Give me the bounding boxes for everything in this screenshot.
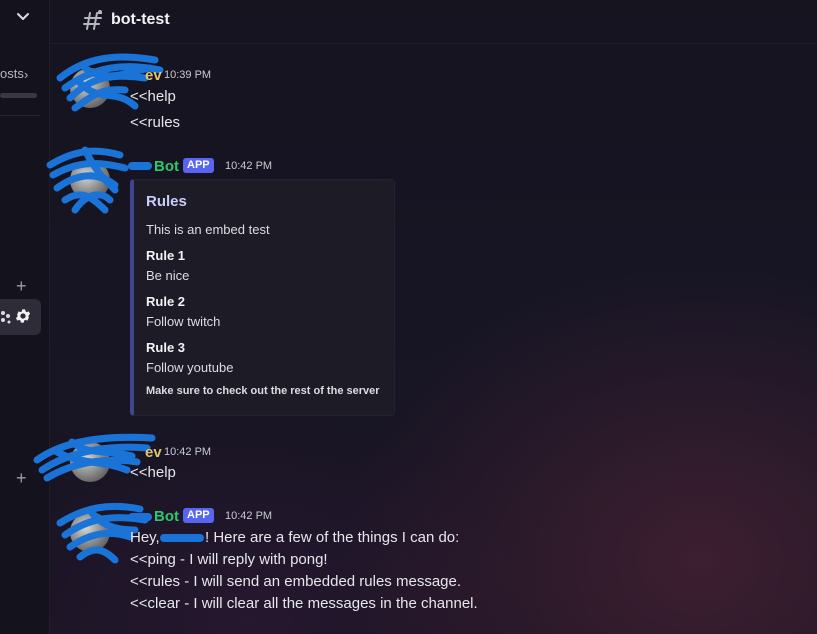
- channel-name: bot-test: [111, 11, 170, 28]
- embed-field-name: Rule 2: [146, 294, 186, 309]
- members-icon[interactable]: [0, 310, 12, 324]
- timestamp: 10:42 PM: [225, 510, 273, 522]
- message-text: <<clear - I will clear all the messages …: [130, 595, 478, 612]
- timestamp: 10:39 PM: [164, 69, 212, 81]
- sidebar-progress-bar: [0, 93, 37, 98]
- chevron-right-icon: ›: [24, 67, 29, 82]
- redaction-scribble: [46, 146, 129, 214]
- rules-embed: Rules This is an embed test Rule 1 Be ni…: [130, 179, 395, 416]
- embed-footer: Make sure to check out the rest of the s…: [146, 385, 380, 397]
- redacted-name: [128, 513, 152, 521]
- app-badge: APP: [183, 508, 214, 523]
- add-channel-icon[interactable]: +: [16, 277, 27, 295]
- chevron-down-icon[interactable]: [15, 9, 31, 25]
- message-text: ! Here are a few of the things I can do:: [205, 529, 460, 546]
- message-text: <<help: [130, 464, 176, 481]
- embed-field-name: Rule 3: [146, 340, 186, 355]
- sidebar-item-active[interactable]: [0, 299, 41, 335]
- embed-field-value: Follow youtube: [146, 360, 234, 375]
- message-text: <<rules - I will send an embedded rules …: [130, 573, 462, 590]
- redacted-name: [128, 162, 152, 170]
- embed-description: This is an embed test: [146, 222, 270, 237]
- message-text: <<rules: [130, 114, 181, 131]
- text-channel-icon: [83, 10, 102, 30]
- timestamp: 10:42 PM: [225, 160, 273, 172]
- redacted-mention: [160, 534, 204, 542]
- embed-field-name: Rule 1: [146, 248, 186, 263]
- timestamp: 10:42 PM: [164, 446, 212, 458]
- author-name[interactable]: ev: [145, 444, 162, 461]
- embed-title: Rules: [146, 193, 187, 210]
- message-text: <<help: [130, 88, 176, 105]
- add-channel-icon[interactable]: +: [16, 469, 27, 487]
- sidebar-item-label[interactable]: osts: [0, 66, 24, 81]
- embed-field-value: Be nice: [146, 268, 190, 283]
- author-name[interactable]: Bot: [154, 508, 179, 525]
- author-name[interactable]: Bot: [154, 158, 179, 175]
- app-badge: APP: [183, 158, 214, 173]
- sidebar-divider: [0, 115, 40, 116]
- message-text: Hey,: [130, 529, 160, 546]
- server-sidebar: osts › + +: [0, 0, 50, 634]
- message-text: <<ping - I will reply with pong!: [130, 551, 328, 568]
- redaction-scribble: [56, 53, 164, 112]
- settings-gear-icon[interactable]: [14, 307, 32, 325]
- author-name[interactable]: ev: [145, 67, 162, 84]
- channel-header: bot-test: [50, 0, 817, 44]
- embed-field-value: Follow twitch: [146, 314, 221, 329]
